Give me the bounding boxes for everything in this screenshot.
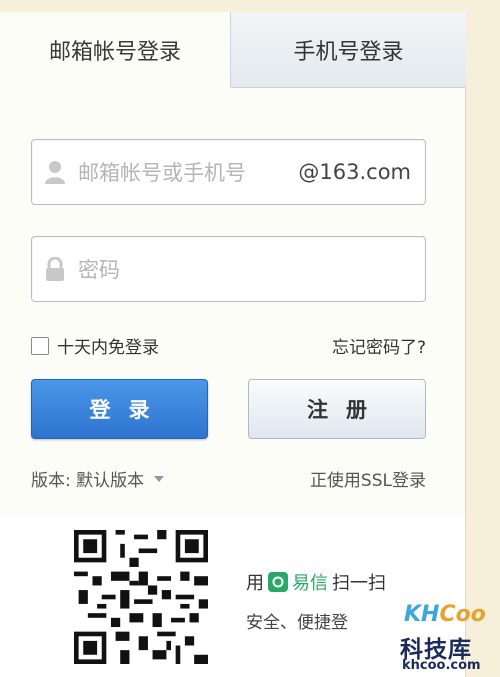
- watermark-logo: KHCoo: [404, 602, 486, 627]
- email-domain-suffix: @163.com: [298, 160, 411, 184]
- remember-me[interactable]: 十天内免登录: [31, 333, 159, 358]
- user-icon: [32, 139, 78, 205]
- forgot-password-link[interactable]: 忘记密码了?: [332, 333, 426, 358]
- yixin-icon: [268, 572, 288, 592]
- remember-label: 十天内免登录: [57, 338, 159, 358]
- password-placeholder: 密码: [78, 258, 120, 282]
- tab-email-login[interactable]: 邮箱帐号登录: [0, 12, 230, 88]
- register-button[interactable]: 注册: [248, 379, 426, 439]
- login-tabs: 邮箱帐号登录 手机号登录: [0, 12, 466, 88]
- khcoo-watermark: KHCoo 科技库 khcoo.com: [396, 596, 500, 677]
- login-button[interactable]: 登录: [31, 379, 208, 439]
- watermark-logo-coo: Coo: [439, 602, 486, 627]
- account-placeholder: 邮箱帐号或手机号: [78, 161, 246, 185]
- lock-icon: [32, 236, 78, 302]
- register-button-label: 注册: [307, 398, 385, 422]
- login-button-label: 登录: [89, 398, 168, 422]
- yixin-scan-line: 用 易信 扫一扫: [246, 569, 386, 595]
- tab-phone-login[interactable]: 手机号登录: [230, 12, 466, 88]
- watermark-url: khcoo.com: [402, 658, 481, 673]
- qr-code: [74, 530, 208, 664]
- remember-checkbox[interactable]: [31, 336, 49, 355]
- chevron-down-icon: [154, 475, 165, 482]
- password-field[interactable]: 密码: [31, 236, 426, 302]
- ssl-link[interactable]: 正使用SSL登录: [310, 466, 426, 491]
- yixin-prefix: 用: [246, 573, 264, 594]
- yixin-safe-text: 安全、便捷登: [246, 613, 348, 633]
- version-label: 版本: 默认版本: [31, 471, 145, 491]
- yixin-suffix: 扫一扫: [332, 573, 386, 594]
- watermark-logo-kh: KH: [404, 602, 440, 627]
- yixin-name: 易信: [292, 573, 328, 594]
- version-selector[interactable]: 版本: 默认版本: [31, 466, 165, 491]
- account-field[interactable]: 邮箱帐号或手机号 @163.com: [31, 139, 426, 205]
